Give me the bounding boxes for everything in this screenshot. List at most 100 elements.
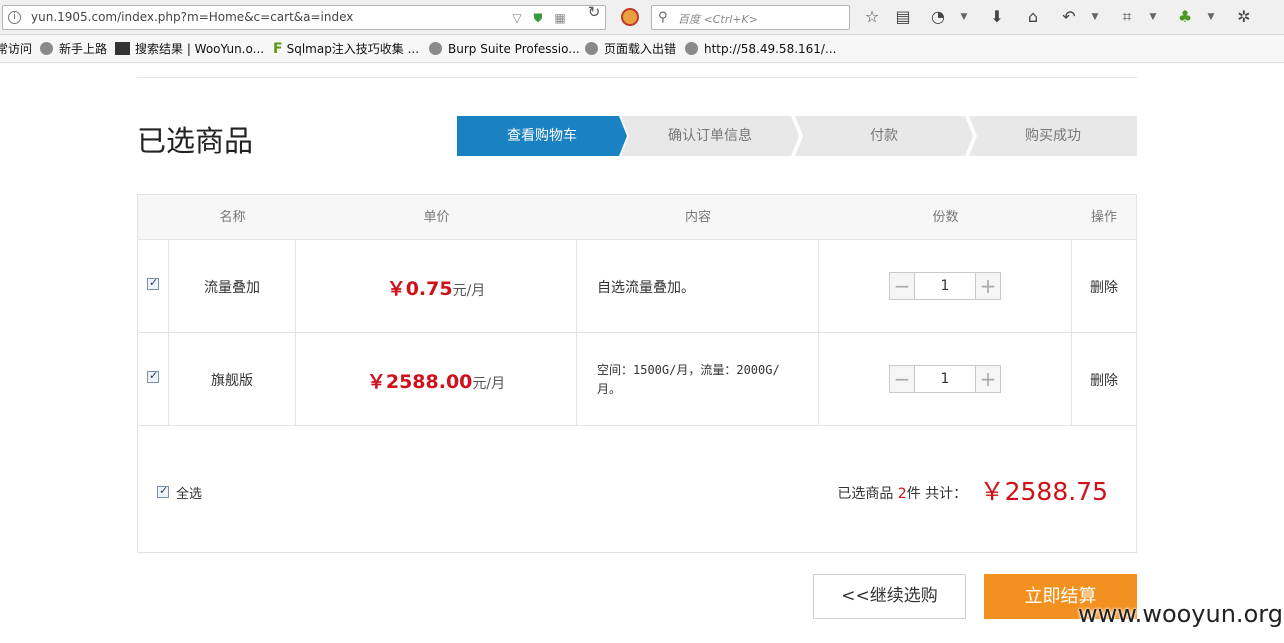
step-payment: 付款 — [795, 116, 973, 156]
chevron-down-icon[interactable]: ▼ — [1147, 6, 1159, 28]
globe-icon — [585, 42, 598, 55]
bookmark-most-visited[interactable]: 常访问 — [0, 41, 32, 57]
item-checkbox[interactable] — [147, 369, 159, 383]
table-row: 流量叠加 ￥0.75元/月 自选流量叠加。 − 1 + 删除 — [138, 240, 1136, 333]
page-title: 已选商品 — [137, 124, 254, 158]
site-info-icon[interactable]: i — [8, 11, 21, 24]
quantity-stepper: − 1 + — [889, 272, 1001, 300]
bookmark-item[interactable]: Burp Suite Professio... — [429, 41, 580, 57]
name-cell: 旗舰版 — [169, 333, 296, 425]
bookmark-label: 新手上路 — [59, 42, 108, 56]
bookmark-item[interactable]: 搜索结果 | WooYun.o... — [115, 41, 264, 57]
header-quantity: 份数 — [932, 210, 959, 225]
select-all-checkbox[interactable] — [157, 484, 169, 498]
bookmark-label: http://58.49.58.161/... — [704, 42, 837, 56]
bookmark-item[interactable]: 新手上路 — [40, 41, 107, 57]
select-cell — [138, 240, 169, 332]
step-confirm-order: 确认订单信息 — [621, 116, 799, 156]
cart-summary-row: 全选 已选商品 2件 共计： ￥2588.75 — [138, 426, 1136, 552]
item-content: 空间：1500G/月，流量：2000G/月。 — [597, 363, 780, 396]
step-purchase-success: 购买成功 — [969, 116, 1137, 156]
increment-button[interactable]: + — [975, 273, 1000, 299]
continue-shopping-button[interactable]: <<继续选购 — [813, 574, 966, 619]
selected-count: 2 — [897, 486, 907, 502]
action-cell: 删除 — [1072, 240, 1136, 332]
decrement-button[interactable]: − — [890, 273, 915, 299]
price-unit: 元/月 — [472, 376, 506, 392]
search-box[interactable]: ⚲ 百度 <Ctrl+K> — [651, 5, 850, 30]
item-content: 自选流量叠加。 — [597, 280, 695, 296]
browser-navbar: i yun.1905.com/index.php?m=Home&c=cart&a… — [0, 0, 1284, 35]
bug-icon[interactable]: ✲ — [1233, 6, 1255, 28]
globe-icon — [685, 42, 698, 55]
crop-icon[interactable]: ⌗ — [1117, 6, 1137, 28]
increment-button[interactable]: + — [975, 366, 1000, 392]
bookmark-label: 搜索结果 | WooYun.o... — [135, 42, 265, 56]
home-icon[interactable]: ⌂ — [1023, 6, 1043, 28]
price-unit: 元/月 — [452, 283, 486, 299]
total-amount: ￥2588.75 — [979, 477, 1108, 506]
chevron-down-icon[interactable]: ▼ — [958, 6, 970, 28]
content-cell: 空间：1500G/月，流量：2000G/月。 — [577, 333, 819, 425]
decrement-button[interactable]: − — [890, 366, 915, 392]
chevron-down-icon[interactable]: ▼ — [1205, 6, 1217, 28]
chevron-down-icon[interactable]: ▼ — [1089, 6, 1101, 28]
item-price: ￥0.75元/月 — [296, 274, 576, 301]
qr-code-icon[interactable]: ▦ — [552, 10, 568, 26]
globe-icon — [40, 42, 53, 55]
globe-icon — [429, 42, 442, 55]
leaf-icon[interactable]: ♣ — [1175, 6, 1195, 28]
price-amount: ￥2588.00 — [366, 371, 473, 393]
content-cell: 自选流量叠加。 — [577, 240, 819, 332]
cart-summary: 已选商品 2件 共计： ￥2588.75 — [837, 472, 1108, 508]
watermark: www.wooyun.org — [1078, 600, 1283, 628]
summary-prefix: 已选商品 — [837, 486, 894, 502]
search-icon: ⚲ — [658, 10, 668, 25]
price-amount: ￥0.75 — [386, 278, 453, 300]
bookmark-item[interactable]: F Sqlmap注入技巧收集 ... — [273, 41, 419, 57]
f-logo-icon: F — [273, 41, 283, 57]
wooyun-icon — [115, 42, 130, 55]
bookmark-label: Burp Suite Professio... — [448, 42, 580, 56]
action-cell: 删除 — [1072, 333, 1136, 425]
step-view-cart: 查看购物车 — [457, 116, 627, 156]
address-bar[interactable]: i yun.1905.com/index.php?m=Home&c=cart&a… — [2, 5, 606, 30]
quantity-cell: − 1 + — [819, 333, 1072, 425]
undo-icon[interactable]: ↶ — [1059, 6, 1079, 28]
name-cell: 流量叠加 — [169, 240, 296, 332]
bookmarks-bar: 常访问 新手上路 搜索结果 | WooYun.o... F Sqlmap注入技巧收… — [0, 35, 1284, 63]
select-all-label[interactable]: 全选 — [176, 483, 202, 502]
price-cell: ￥0.75元/月 — [296, 240, 577, 332]
table-header: 名称 单价 内容 份数 操作 — [138, 195, 1136, 240]
bookmark-item[interactable]: http://58.49.58.161/... — [685, 41, 836, 57]
palette-icon[interactable]: ◔ — [928, 6, 948, 28]
bookmark-label: Sqlmap注入技巧收集 ... — [286, 42, 420, 56]
count-unit: 件 — [906, 486, 921, 502]
delete-link[interactable]: 删除 — [1072, 370, 1136, 390]
price-cell: ￥2588.00元/月 — [296, 333, 577, 425]
quantity-input[interactable]: 1 — [915, 273, 975, 299]
extension-icon[interactable] — [621, 8, 639, 26]
header-price: 单价 — [423, 210, 450, 225]
shield-icon[interactable]: ⛊ — [530, 10, 546, 26]
star-icon[interactable]: ☆ — [862, 6, 882, 28]
item-name: 流量叠加 — [204, 280, 260, 296]
dropdown-arrow-icon[interactable]: ▽ — [509, 10, 525, 26]
download-icon[interactable]: ⬇ — [987, 6, 1007, 28]
reading-list-icon[interactable]: ▤ — [893, 6, 913, 28]
item-price: ￥2588.00元/月 — [296, 367, 576, 394]
item-checkbox[interactable] — [147, 276, 159, 290]
search-placeholder: 百度 <Ctrl+K> — [678, 13, 758, 26]
delete-link[interactable]: 删除 — [1072, 277, 1136, 297]
header-content: 内容 — [684, 210, 711, 225]
address-url[interactable]: yun.1905.com/index.php?m=Home&c=cart&a=i… — [31, 10, 353, 24]
total-label: 共计： — [925, 486, 968, 502]
cart-table: 名称 单价 内容 份数 操作 流量叠加 ￥0.75元/月 自选流量叠加。 − 1… — [137, 194, 1137, 553]
bookmark-item[interactable]: 页面载入出错 — [585, 41, 676, 57]
quantity-cell: − 1 + — [819, 240, 1072, 332]
quantity-input[interactable]: 1 — [915, 366, 975, 392]
reload-icon[interactable]: ↻ — [584, 5, 604, 20]
item-name: 旗舰版 — [211, 373, 253, 389]
header-name: 名称 — [219, 210, 246, 225]
quantity-stepper: − 1 + — [889, 365, 1001, 393]
